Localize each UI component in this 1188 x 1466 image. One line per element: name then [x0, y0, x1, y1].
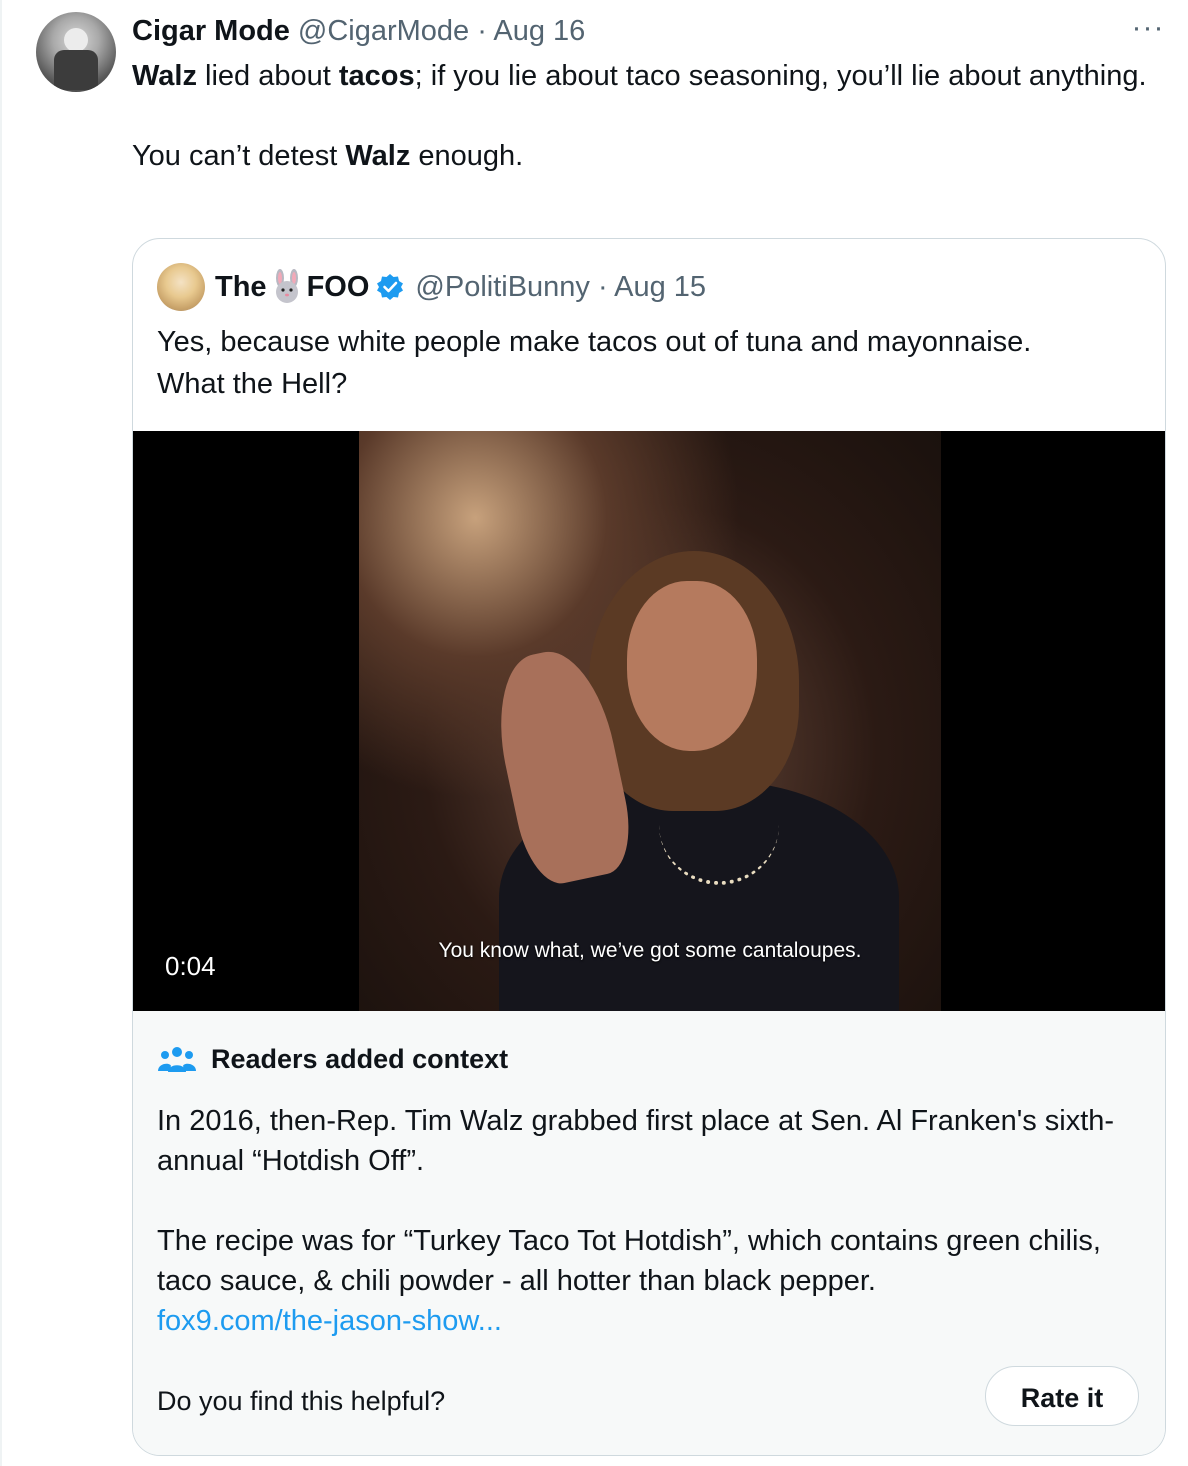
note-paragraph-2: The recipe was for “Turkey Taco Tot Hotd… [157, 1225, 1101, 1297]
note-source-link[interactable]: fox9.com/the-jason-show... [157, 1301, 1137, 1341]
quoted-line: Yes, because white people make tacos out… [157, 326, 1032, 358]
quoted-author-name[interactable]: The FOO [215, 269, 405, 305]
quoted-tweet-text: Yes, because white people make tacos out… [157, 321, 1137, 405]
video-player[interactable]: You know what, we’ve got some cantaloupe… [133, 431, 1165, 1011]
verified-badge-icon [377, 274, 404, 300]
bunny-icon [275, 269, 298, 303]
bold-walz: Walz [132, 60, 197, 92]
video-figure-face [627, 581, 757, 751]
community-note-body: In 2016, then-Rep. Tim Walz grabbed firs… [157, 1101, 1137, 1341]
tweet-paragraph-2: You can’t detest Walz enough. [132, 136, 1152, 176]
text-span: You can’t detest [132, 140, 346, 172]
bold-tacos: tacos [338, 60, 415, 92]
author-meta[interactable]: @CigarMode · Aug 16 [298, 15, 585, 48]
tweet-header: Cigar Mode @CigarMode · Aug 16 [132, 12, 585, 50]
community-note-title: Readers added context [211, 1043, 509, 1074]
text-span: enough. [410, 140, 524, 172]
quoted-tweet[interactable]: The FOO @PolitiBunny · Aug 15 Yes, becau… [132, 238, 1166, 1456]
avatar-body [54, 50, 98, 90]
video-frame: You know what, we’ve got some cantaloupe… [359, 431, 941, 1011]
bold-walz: Walz [345, 140, 411, 172]
more-icon[interactable]: ··· [1128, 13, 1168, 43]
community-note: Readers added context In 2016, then-Rep.… [133, 1011, 1165, 1455]
text-span: ; if you lie about taco seasoning, you’l… [414, 60, 1147, 92]
timeline-divider [0, 0, 2, 1466]
quoted-tweet-header: The FOO @PolitiBunny · Aug 15 [157, 263, 706, 311]
helpful-question: Do you find this helpful? [157, 1386, 446, 1416]
readers-context-icon [158, 1047, 196, 1072]
quoted-line: What the Hell? [157, 368, 348, 400]
video-duration: 0:04 [165, 951, 216, 981]
quoted-author-meta[interactable]: @PolitiBunny · Aug 15 [415, 271, 706, 304]
note-paragraph-1: In 2016, then-Rep. Tim Walz grabbed firs… [157, 1105, 1115, 1177]
avatar[interactable] [36, 12, 116, 92]
video-caption: You know what, we’ve got some cantaloupe… [438, 939, 862, 962]
avatar-head [64, 28, 88, 52]
rate-it-button[interactable]: Rate it [985, 1366, 1139, 1426]
tweet-paragraph-1: Walz lied about tacos; if you lie about … [132, 56, 1152, 96]
quoted-avatar[interactable] [157, 263, 205, 311]
author-name[interactable]: Cigar Mode [132, 15, 290, 48]
text-span: lied about [196, 60, 339, 92]
tweet-text: Walz lied about tacos; if you lie about … [132, 56, 1152, 176]
name-part: FOO [306, 270, 370, 303]
name-part: The [215, 270, 267, 303]
community-note-header: Readers added context [157, 1039, 508, 1079]
